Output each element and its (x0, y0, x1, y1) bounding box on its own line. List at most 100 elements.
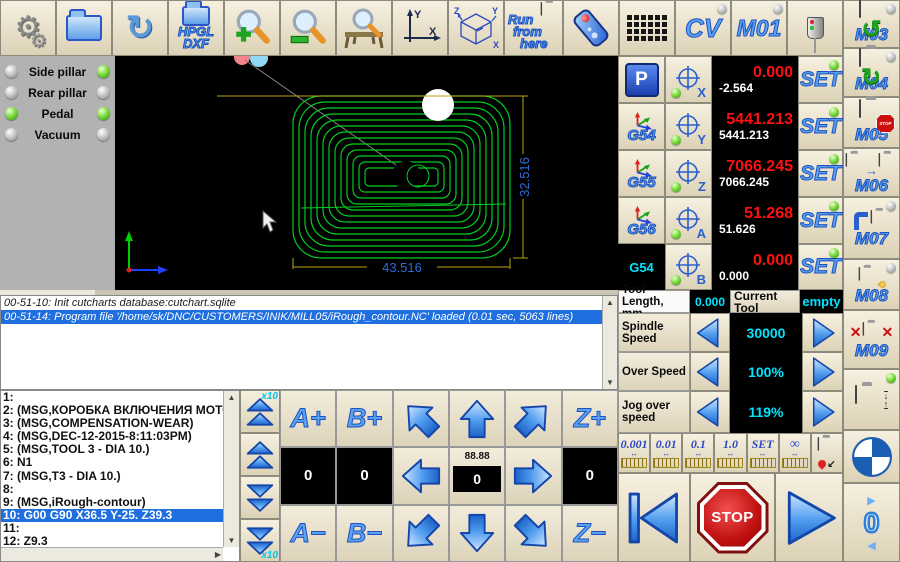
jog-down-left-button[interactable] (393, 505, 449, 562)
axis-select-y[interactable]: Y (665, 103, 712, 150)
tool-length-measure-button[interactable]: ↓↑ (843, 369, 900, 430)
jog-over-speed-down-button[interactable] (690, 391, 730, 433)
scroll-down-icon[interactable]: ▼ (228, 536, 236, 545)
log-line-selected[interactable]: 00-51-14: Program file '/home/sk/DNC/CUS… (1, 310, 617, 324)
gcode-line[interactable]: 3: (MSG,COMPENSATION-WEAR) (1, 417, 223, 430)
gcode-line[interactable]: 5: (MSG,TOOL 3 - DIA 10.) (1, 443, 223, 456)
b-minus-button[interactable]: B− (336, 505, 392, 562)
set-button-z[interactable]: SET (798, 150, 843, 197)
gcode-line[interactable]: 6: N1 (1, 456, 223, 469)
axis-select-z[interactable]: Z (665, 150, 712, 197)
gcode-line-current[interactable]: 10: G00 G90 X36.5 Y-25. Z39.3 (1, 509, 223, 522)
pendant-button[interactable] (563, 0, 619, 56)
rewind-button[interactable] (618, 473, 690, 562)
scroll-down-icon[interactable]: ▼ (606, 378, 614, 387)
gcode-line[interactable]: 2: (MSG,КОРОБКА ВКЛЮЧЕНИЯ МОТОРА) (1, 404, 223, 417)
wcs-g54-button[interactable]: G54 (618, 103, 665, 150)
goto-position-button[interactable]: ↙ (811, 433, 843, 473)
gcode-line[interactable]: 11: (1, 522, 223, 535)
vacuum-right-led (97, 128, 110, 141)
zoom-fit-button[interactable] (336, 0, 392, 56)
a-plus-button[interactable]: A+ (280, 390, 336, 447)
reference-point-button[interactable] (843, 430, 900, 483)
over-speed-down-button[interactable] (690, 352, 730, 391)
m08-button[interactable]: M08 (843, 259, 900, 310)
wcs-g55-button[interactable]: G55 (618, 150, 665, 197)
log-line[interactable]: 00-51-10: Init cutcharts database:cutcha… (1, 296, 617, 310)
hpgl-dxf-import-button[interactable]: HPGL DXF (168, 0, 224, 56)
park-button[interactable]: P (618, 56, 665, 103)
jog-step-001-button[interactable]: 0.01 ↔ (650, 433, 682, 473)
zoom-in-button[interactable] (224, 0, 280, 56)
spindle-speed-up-button[interactable] (802, 313, 843, 352)
jog-left-button[interactable] (393, 447, 449, 504)
gcode-line[interactable]: 7: (MSG,T3 - DIA 10.) (1, 470, 223, 483)
axis-x-led (671, 88, 681, 98)
log-scrollbar[interactable]: ▲▼ (602, 296, 617, 389)
jog-over-speed-up-button[interactable] (802, 391, 843, 433)
set-button-b[interactable]: SET (798, 244, 843, 290)
a-minus-button[interactable]: A− (280, 505, 336, 562)
view-3d-button[interactable]: Z Y X (448, 0, 504, 56)
m05-button[interactable]: STOP M05 (843, 97, 900, 148)
zero-axes-button[interactable]: ▶ 0 ◀ (843, 483, 900, 562)
jog-x10-down-button[interactable]: x10 (240, 519, 280, 562)
refresh-button[interactable]: ↻ (112, 0, 168, 56)
gcode-line[interactable]: 4: (MSG,DEC-12-2015-8:11:03PM) (1, 430, 223, 443)
keyboard-button[interactable] (619, 0, 675, 56)
toolpath-view[interactable]: 43.516 32.516 (115, 56, 618, 290)
open-file-button[interactable] (56, 0, 112, 56)
axis-select-x[interactable]: X (665, 56, 712, 103)
jog-up-button[interactable] (449, 390, 505, 447)
jog-up-left-button[interactable] (393, 390, 449, 447)
m07-button[interactable]: M07 (843, 197, 900, 259)
axis-select-a[interactable]: A (665, 197, 712, 244)
m01-break-button[interactable]: M01 (731, 0, 787, 56)
m04-button[interactable]: ↺ M04 (843, 48, 900, 97)
scroll-right-icon[interactable]: ▶ (215, 550, 221, 559)
z-plus-button[interactable]: Z+ (562, 390, 618, 447)
jog-step-01-button[interactable]: 0.1 ↔ (682, 433, 714, 473)
wcs-g56-button[interactable]: G56 (618, 197, 665, 244)
play-button[interactable] (775, 473, 843, 562)
scroll-up-icon[interactable]: ▲ (228, 393, 236, 402)
set-button-y[interactable]: SET (798, 103, 843, 150)
zoom-out-button[interactable] (280, 0, 336, 56)
view-2d-button[interactable]: Y X (392, 0, 448, 56)
cv-mode-button[interactable]: CV (675, 0, 731, 56)
settings-button[interactable]: ⚙⚙ (0, 0, 56, 56)
spindle-speed-down-button[interactable] (690, 313, 730, 352)
gcode-hscrollbar[interactable]: ▶ (1, 547, 223, 561)
set-button-x[interactable]: SET (798, 56, 843, 103)
run-from-here-button[interactable]: Run from here (504, 0, 563, 56)
over-speed-up-button[interactable] (802, 352, 843, 391)
jog-down-right-button[interactable] (505, 505, 561, 562)
jog-step-1-button[interactable]: 1.0 ↔ (714, 433, 746, 473)
jog-up-right-button[interactable] (505, 390, 561, 447)
m06-button[interactable]: → M06 (843, 148, 900, 197)
jog-fast-down-button[interactable] (240, 476, 280, 519)
ruler-icon (750, 458, 776, 468)
jog-x10-up-button[interactable]: x10 (240, 390, 280, 433)
m09-button[interactable]: ✕ ✕ M09 (843, 310, 900, 369)
jog-down-button[interactable] (449, 505, 505, 562)
b-plus-button[interactable]: B+ (336, 390, 392, 447)
jog-step-0001-button[interactable]: 0.001 ↔ (618, 433, 650, 473)
scroll-up-icon[interactable]: ▲ (606, 298, 614, 307)
z-minus-button[interactable]: Z− (562, 505, 618, 562)
tool-length-label: Tool Length, mm (618, 290, 690, 313)
probe-button[interactable] (787, 0, 843, 56)
m03-button[interactable]: ↺ M03 (843, 0, 900, 48)
set-button-a[interactable]: SET (798, 197, 843, 244)
gcode-line[interactable]: 9: (MSG,iRough-contour) (1, 496, 223, 509)
jog-step-continuous-button[interactable]: ∞ ↔ (779, 433, 811, 473)
span-arrows-icon: ↔ (759, 451, 767, 457)
jog-fast-up-button[interactable] (240, 433, 280, 476)
stop-button[interactable]: STOP (690, 473, 775, 562)
jog-step-set-button[interactable]: SET ↔ (747, 433, 779, 473)
gcode-line[interactable]: 1: (1, 391, 223, 404)
jog-right-button[interactable] (505, 447, 561, 504)
gcode-vscrollbar[interactable]: ▲▼ (223, 391, 239, 547)
gcode-line[interactable]: 12: Z9.3 (1, 535, 223, 547)
gcode-line[interactable]: 8: (1, 483, 223, 496)
